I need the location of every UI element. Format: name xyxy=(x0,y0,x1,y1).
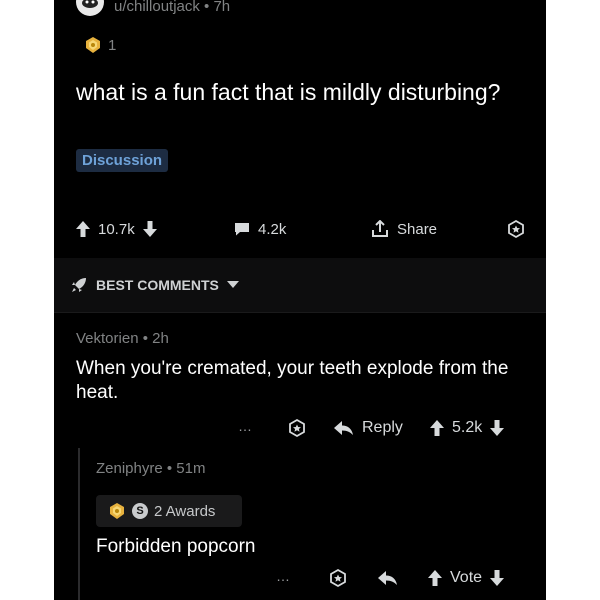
downvote-arrow-icon[interactable] xyxy=(490,420,505,436)
post-vote-group: 10.7k xyxy=(76,221,157,238)
post-action-bar: 10.7k 4.2k Share xyxy=(54,217,546,241)
comment-sort-label: BEST COMMENTS xyxy=(96,277,219,293)
reply-arrow-icon xyxy=(334,421,354,435)
downvote-arrow-icon[interactable] xyxy=(142,221,157,237)
silver-award-icon: S xyxy=(132,503,148,519)
reply-awards[interactable]: S 2 Awards xyxy=(96,495,242,527)
reply-author-meta[interactable]: Zeniphyre • 51m xyxy=(96,460,205,477)
reply-awards-label: 2 Awards xyxy=(154,502,216,520)
reply-arrow-icon[interactable] xyxy=(378,571,398,585)
downvote-arrow-icon[interactable] xyxy=(490,570,505,586)
comment-sort-bar[interactable]: BEST COMMENTS xyxy=(54,258,546,313)
comment-author-meta[interactable]: Vektorien • 2h xyxy=(76,330,169,347)
comment-body: When you're cremated, your teeth explode… xyxy=(76,358,509,403)
post-awards[interactable]: 1 xyxy=(84,36,116,54)
caret-down-icon xyxy=(226,281,239,289)
upvote-arrow-icon[interactable] xyxy=(430,420,444,436)
post-award-count: 1 xyxy=(108,36,117,54)
upvote-arrow-icon[interactable] xyxy=(76,221,90,237)
more-options-button[interactable]: … xyxy=(238,418,253,434)
comment-action-bar: … Reply 5.2k xyxy=(54,416,546,440)
reply-action-bar: … Vote xyxy=(54,566,546,590)
subreddit-avatar-icon[interactable] xyxy=(76,0,104,16)
post-flair[interactable]: Discussion xyxy=(76,149,169,172)
reply-label: Reply xyxy=(362,419,403,436)
reply-button[interactable]: Reply xyxy=(334,419,403,437)
post-comments-button[interactable]: 4.2k xyxy=(234,221,286,238)
comment-score: 5.2k xyxy=(452,419,483,436)
post-author-meta[interactable]: u/chilloutjack • 7h xyxy=(114,0,230,15)
reply-vote-group: Vote xyxy=(428,569,505,587)
comment-sort-selector[interactable]: BEST COMMENTS xyxy=(70,276,239,294)
gold-award-icon xyxy=(108,502,126,520)
post-title[interactable]: what is a fun fact that is mildly distur… xyxy=(76,78,516,107)
award-outline-icon[interactable] xyxy=(287,418,307,438)
post-author-row: u/chilloutjack • 7h xyxy=(76,0,230,18)
reddit-post-screen: u/chilloutjack • 7h 1 what is a fun fact… xyxy=(54,0,546,600)
comment-vote-group: 5.2k xyxy=(430,419,505,437)
more-options-button[interactable]: … xyxy=(276,568,291,584)
gold-award-icon xyxy=(84,36,102,54)
post-comment-count: 4.2k xyxy=(258,220,287,238)
rocket-icon xyxy=(70,276,88,294)
post-upvote-count: 10.7k xyxy=(98,220,135,238)
reply-body: Forbidden popcorn xyxy=(96,536,256,557)
comment-bubble-icon xyxy=(234,222,250,236)
share-label: Share xyxy=(397,220,438,238)
vote-label: Vote xyxy=(450,569,483,586)
post-award-button[interactable] xyxy=(506,219,526,239)
award-outline-icon xyxy=(506,219,526,239)
share-icon xyxy=(371,220,389,238)
award-outline-icon[interactable] xyxy=(328,568,348,588)
upvote-arrow-icon[interactable] xyxy=(428,570,442,586)
post-share-button[interactable]: Share xyxy=(371,220,437,238)
